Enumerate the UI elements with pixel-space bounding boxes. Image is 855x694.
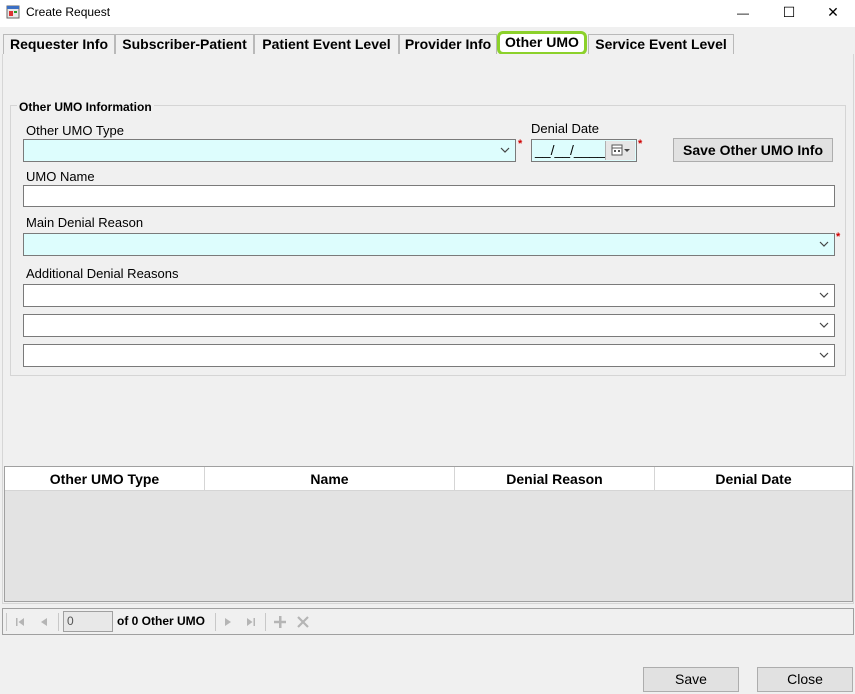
maximize-button[interactable]: ☐ <box>766 0 812 25</box>
delete-button[interactable] <box>295 614 311 630</box>
close-button[interactable]: Close <box>757 667 853 692</box>
required-marker: * <box>836 231 841 243</box>
tab-patient-event-level[interactable]: Patient Event Level <box>254 34 399 54</box>
close-icon: ✕ <box>827 4 839 20</box>
close-window-button[interactable]: ✕ <box>810 0 855 25</box>
required-marker: * <box>638 138 643 150</box>
column-header-other-umo-type[interactable]: Other UMO Type <box>5 467 205 491</box>
column-header-denial-date[interactable]: Denial Date <box>655 467 852 491</box>
window-title: Create Request <box>26 5 111 19</box>
group-title: Other UMO Information <box>17 100 154 114</box>
other-umo-grid[interactable]: Other UMO Type Name Denial Reason Denial… <box>4 466 853 602</box>
add-icon <box>274 616 286 628</box>
calendar-icon <box>611 144 630 156</box>
column-header-denial-reason[interactable]: Denial Reason <box>455 467 655 491</box>
move-previous-button[interactable] <box>36 614 52 630</box>
calendar-dropdown-button[interactable] <box>605 141 635 160</box>
required-marker: * <box>518 138 523 150</box>
additional-denial-reason-combo-2[interactable] <box>23 314 835 337</box>
move-first-button[interactable] <box>12 614 28 630</box>
next-record-icon <box>225 618 231 626</box>
minimize-icon: — <box>737 5 749 20</box>
chevron-down-icon <box>819 292 829 298</box>
umo-name-label: UMO Name <box>26 169 95 184</box>
maximize-icon: ☐ <box>782 4 796 20</box>
chevron-down-icon <box>819 241 829 247</box>
main-denial-reason-combo[interactable] <box>23 233 835 256</box>
tab-requester-info[interactable]: Requester Info <box>3 34 115 54</box>
previous-record-icon <box>41 618 47 626</box>
chevron-down-icon <box>500 147 510 153</box>
move-last-button[interactable] <box>243 614 259 630</box>
tab-subscriber-patient[interactable]: Subscriber-Patient <box>115 34 254 54</box>
last-record-icon <box>247 618 255 626</box>
tab-other-umo[interactable]: Other UMO <box>497 31 587 55</box>
move-next-button[interactable] <box>220 614 236 630</box>
main-denial-reason-label: Main Denial Reason <box>26 215 144 230</box>
minimize-button[interactable]: — <box>720 0 766 25</box>
other-umo-type-label: Other UMO Type <box>26 123 125 138</box>
delete-icon <box>297 616 309 628</box>
additional-denial-reasons-label: Additional Denial Reasons <box>26 266 179 281</box>
save-button[interactable]: Save <box>643 667 739 692</box>
tab-strip: Requester Info Subscriber-Patient Patien… <box>0 30 855 55</box>
tab-provider-info[interactable]: Provider Info <box>399 34 497 54</box>
save-other-umo-info-button[interactable]: Save Other UMO Info <box>673 138 833 162</box>
denial-date-value: __/__/____ <box>535 142 606 158</box>
other-umo-type-combo[interactable] <box>23 139 516 162</box>
additional-denial-reason-combo-3[interactable] <box>23 344 835 367</box>
position-input[interactable]: 0 <box>63 611 113 632</box>
title-bar: Create Request — ☐ ✕ <box>0 0 855 27</box>
umo-name-field[interactable] <box>23 185 835 207</box>
denial-date-picker[interactable]: __/__/____ <box>531 139 637 162</box>
chevron-down-icon <box>819 352 829 358</box>
additional-denial-reason-combo-1[interactable] <box>23 284 835 307</box>
binding-navigator: 0 of 0 Other UMO <box>2 608 854 635</box>
denial-date-label: Denial Date <box>531 121 599 136</box>
add-new-button[interactable] <box>272 614 288 630</box>
app-icon <box>6 5 20 19</box>
column-header-name[interactable]: Name <box>205 467 455 491</box>
tab-service-event-level[interactable]: Service Event Level <box>588 34 734 54</box>
chevron-down-icon <box>819 322 829 328</box>
record-count-label: of 0 Other UMO <box>117 614 206 628</box>
grid-header: Other UMO Type Name Denial Reason Denial… <box>5 467 852 491</box>
first-record-icon <box>16 618 24 626</box>
